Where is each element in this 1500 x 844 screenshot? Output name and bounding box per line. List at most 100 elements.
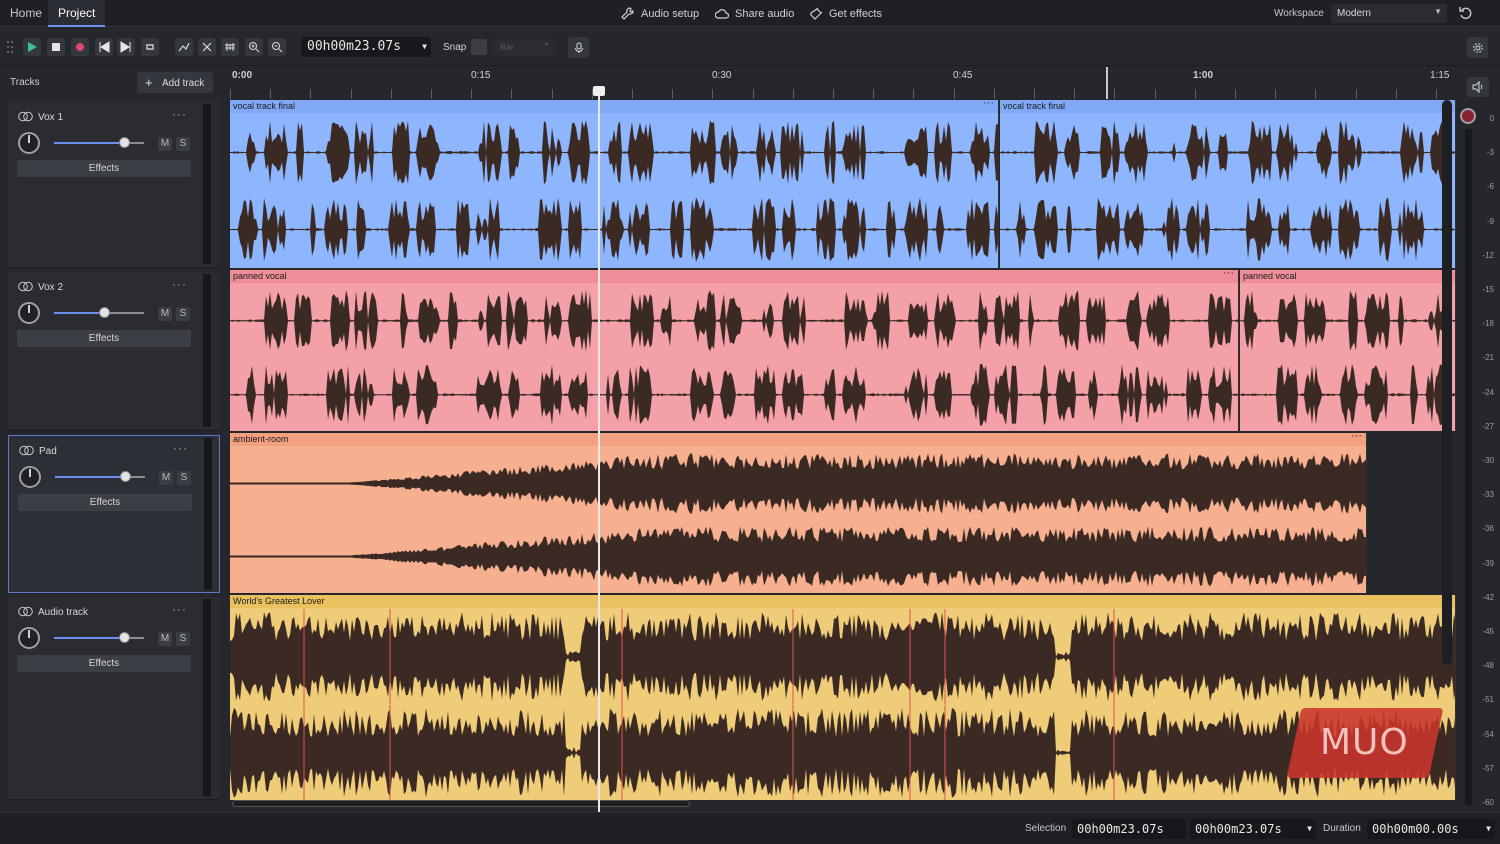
get-effects-button[interactable]: Get effects xyxy=(809,6,882,22)
track-name[interactable]: Vox 1 xyxy=(38,112,63,123)
drag-handle-icon[interactable] xyxy=(6,40,14,54)
more-options-icon[interactable]: ··· xyxy=(172,602,187,616)
track-header[interactable]: Vox 1 ··· M S Effects xyxy=(8,102,220,268)
split-tool-button[interactable] xyxy=(198,38,216,56)
menu-bar: Home Project Audio setup Share audio Get… xyxy=(0,0,1500,27)
zoom-in-button[interactable] xyxy=(245,38,263,56)
microphone-button[interactable] xyxy=(568,37,589,58)
audio-clip[interactable]: panned vocal xyxy=(1240,270,1456,431)
volume-slider[interactable] xyxy=(54,632,144,643)
clip-header[interactable]: panned vocal ··· xyxy=(230,270,1238,283)
skip-end-button[interactable] xyxy=(117,38,135,56)
playhead[interactable] xyxy=(598,92,600,812)
mute-button[interactable]: M xyxy=(158,307,172,321)
track-name[interactable]: Pad xyxy=(39,446,57,457)
audio-clip[interactable]: ambient-room ··· xyxy=(230,433,1367,593)
multi-tool-button[interactable] xyxy=(221,38,239,56)
effects-button[interactable]: Effects xyxy=(17,330,191,347)
selection-end-field[interactable]: 00h00m23.07s ▼ xyxy=(1190,819,1316,839)
track-name[interactable]: Vox 2 xyxy=(38,282,63,293)
pan-knob[interactable] xyxy=(18,627,40,649)
volume-handle[interactable] xyxy=(99,307,110,318)
selection-start-field[interactable]: 00h00m23.07s xyxy=(1072,819,1186,839)
ruler-tick xyxy=(873,89,874,99)
mute-button[interactable]: M xyxy=(159,471,173,485)
solo-button[interactable]: S xyxy=(177,471,191,485)
record-button[interactable] xyxy=(71,38,89,56)
horizontal-scrollbar[interactable] xyxy=(232,800,690,807)
clip-header[interactable]: World's Greatest Lover xyxy=(230,595,1455,608)
pan-knob[interactable] xyxy=(19,466,41,488)
ruler-tick xyxy=(552,89,553,99)
effects-button[interactable]: Effects xyxy=(17,160,191,177)
add-track-label: Add track xyxy=(162,78,205,89)
marker-line[interactable] xyxy=(1106,67,1108,99)
track-header[interactable]: Vox 2 ··· M S Effects xyxy=(8,272,220,431)
clip-menu-icon[interactable]: ··· xyxy=(1223,270,1234,280)
mute-button[interactable]: M xyxy=(158,137,172,151)
volume-handle[interactable] xyxy=(120,471,131,482)
pan-knob[interactable] xyxy=(18,132,40,154)
more-options-icon[interactable]: ··· xyxy=(173,441,188,455)
envelope-tool-button[interactable] xyxy=(175,38,193,56)
playhead-handle[interactable] xyxy=(593,86,605,96)
zoom-in-icon xyxy=(249,42,260,53)
audio-clip[interactable]: panned vocal ··· xyxy=(230,270,1239,431)
track-header[interactable]: Pad ··· M S Effects xyxy=(8,435,220,593)
speaker-button[interactable] xyxy=(1467,77,1489,97)
track-name[interactable]: Audio track xyxy=(38,607,88,618)
tab-project[interactable]: Project xyxy=(48,0,106,27)
time-display[interactable]: 00h00m23.07s ▼ xyxy=(301,37,431,57)
solo-button[interactable]: S xyxy=(176,632,190,646)
workspace-value: Modern xyxy=(1337,8,1371,19)
track-header[interactable]: Audio track ··· M S Effects xyxy=(8,597,220,800)
clip-header[interactable]: vocal track final xyxy=(1000,100,1455,113)
clip-menu-icon[interactable]: ··· xyxy=(983,100,994,110)
clip-menu-icon[interactable]: ··· xyxy=(1351,433,1362,443)
workspace-select[interactable]: Modern ▼ xyxy=(1331,4,1447,23)
track-level-meter xyxy=(203,104,211,264)
snap-select[interactable]: Bar ▼ xyxy=(493,39,555,56)
volume-handle[interactable] xyxy=(119,137,130,148)
audio-clip[interactable]: vocal track final xyxy=(1000,100,1456,268)
audio-clip[interactable]: vocal track final ··· xyxy=(230,100,999,268)
pan-knob[interactable] xyxy=(18,302,40,324)
volume-slider[interactable] xyxy=(55,471,145,482)
play-button[interactable] xyxy=(23,38,41,56)
share-audio-button[interactable]: Share audio xyxy=(715,6,794,22)
clip-header[interactable]: vocal track final ··· xyxy=(230,100,998,113)
vertical-scrollbar[interactable] xyxy=(1442,100,1452,665)
snap-checkbox[interactable] xyxy=(471,39,487,55)
timeline-ruler[interactable]: 0:00 0:15 0:30 0:45 1:00 1:15 xyxy=(228,67,1456,99)
track-level-meter xyxy=(203,274,211,427)
stop-button[interactable] xyxy=(47,38,65,56)
clip-area[interactable]: vocal track final ··· vocal track final pan… xyxy=(230,100,1456,812)
more-options-icon[interactable]: ··· xyxy=(172,107,187,121)
volume-fill xyxy=(54,312,104,314)
clip-header[interactable]: panned vocal xyxy=(1240,270,1455,283)
skip-start-button[interactable] xyxy=(95,38,113,56)
add-track-button[interactable]: + Add track xyxy=(137,72,213,93)
master-volume-knob[interactable] xyxy=(1460,108,1476,124)
mute-button[interactable]: M xyxy=(158,632,172,646)
volume-slider[interactable] xyxy=(54,137,144,148)
effects-button[interactable]: Effects xyxy=(17,655,191,672)
tab-home[interactable]: Home xyxy=(0,0,52,27)
effects-button[interactable]: Effects xyxy=(18,494,192,511)
workspace-label: Workspace xyxy=(1274,8,1324,19)
loop-button[interactable] xyxy=(141,38,159,56)
db-scale-label: -3 xyxy=(1486,148,1494,158)
volume-slider[interactable] xyxy=(54,307,144,318)
settings-button[interactable] xyxy=(1467,37,1488,58)
undo-icon[interactable] xyxy=(1458,5,1474,21)
audio-setup-button[interactable]: Audio setup xyxy=(621,6,699,22)
solo-button[interactable]: S xyxy=(176,137,190,151)
audio-clip[interactable]: World's Greatest Lover xyxy=(230,595,1456,800)
zoom-out-button[interactable] xyxy=(268,38,286,56)
clip-header[interactable]: ambient-room ··· xyxy=(230,433,1366,446)
solo-button[interactable]: S xyxy=(176,307,190,321)
more-options-icon[interactable]: ··· xyxy=(172,277,187,291)
volume-handle[interactable] xyxy=(119,632,130,643)
ruler-tick xyxy=(351,89,352,99)
duration-field[interactable]: 00h00m00.00s ▼ xyxy=(1367,819,1495,839)
